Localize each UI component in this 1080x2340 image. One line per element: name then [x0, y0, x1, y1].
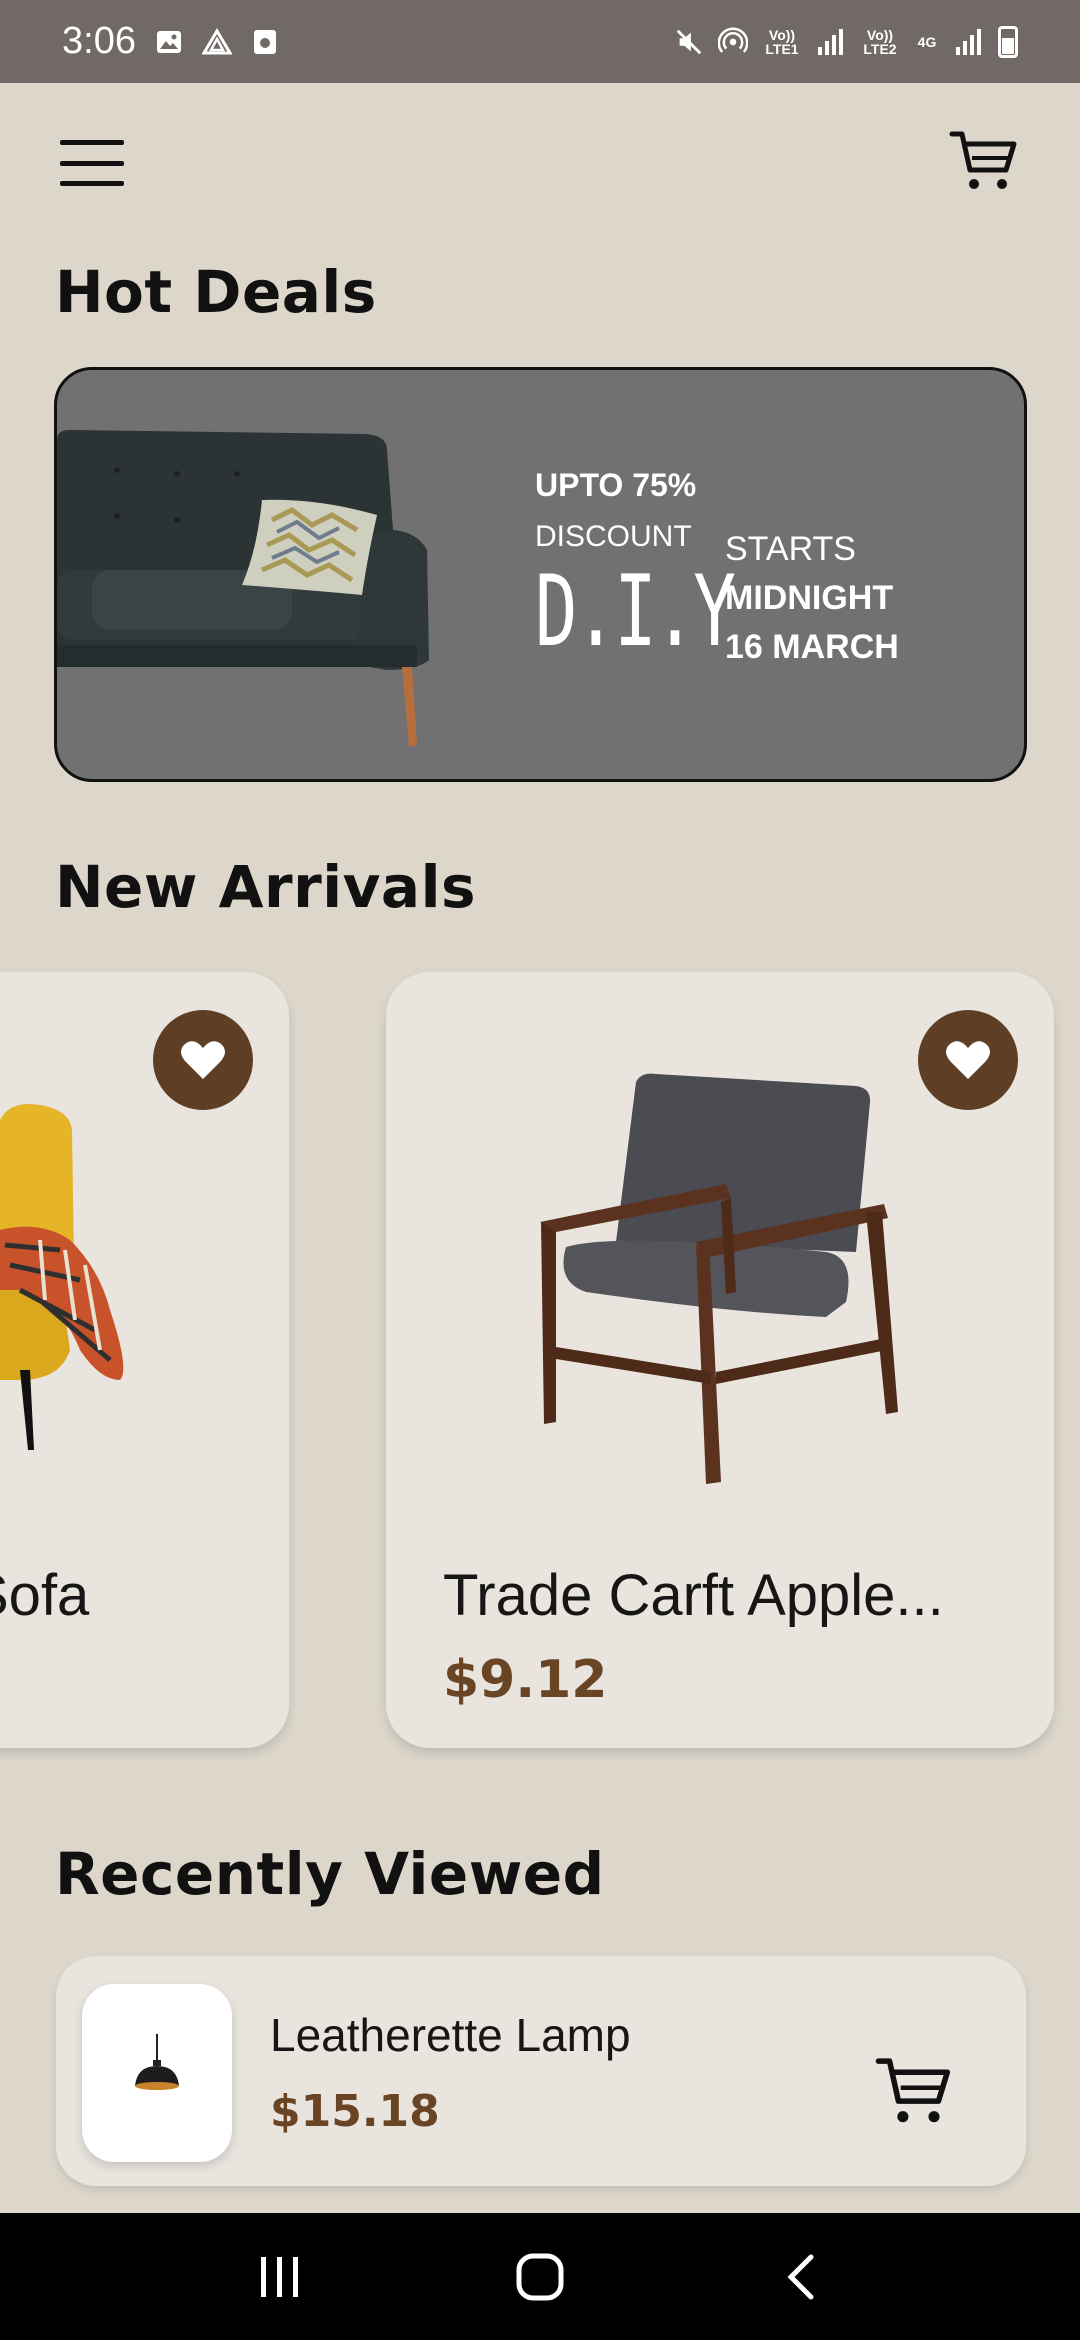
menu-line	[60, 160, 124, 166]
lamp-image	[135, 2034, 179, 2090]
menu-line	[60, 181, 124, 186]
sofa-image	[57, 430, 429, 747]
product-image	[0, 1104, 124, 1450]
favorite-button[interactable]	[153, 1010, 253, 1110]
product-price: $9.12	[443, 1650, 608, 1710]
signal-icon	[954, 27, 984, 57]
battery-icon	[998, 25, 1018, 58]
back-icon[interactable]	[770, 2247, 830, 2307]
hotspot-icon	[718, 27, 748, 57]
favorite-button[interactable]	[918, 1010, 1018, 1110]
recent-item[interactable]: Leatherette Lamp $15.18	[56, 1956, 1026, 2186]
hot-deals-title: Hot Deals	[55, 258, 377, 326]
product-card[interactable]: Trade Carft Apple... $9.12	[386, 972, 1054, 1748]
banner-date: 16 MARCH	[725, 628, 899, 666]
drive-icon	[201, 27, 232, 57]
product-name: Trade Carft Apple...	[443, 1563, 944, 1628]
heart-icon	[946, 1041, 990, 1079]
product-image	[540, 1073, 898, 1484]
cart-icon[interactable]	[948, 124, 1020, 196]
banner-starts: STARTS	[725, 530, 856, 568]
add-to-cart-icon[interactable]	[874, 2050, 954, 2130]
product-thumbnail	[82, 1984, 232, 2162]
signal-icon	[816, 27, 846, 57]
lte1-label: Vo)) LTE1	[765, 26, 799, 57]
product-card[interactable]: Sofa	[0, 972, 289, 1748]
hamburger-menu-icon[interactable]	[60, 140, 124, 186]
recently-viewed-title: Recently Viewed	[55, 1840, 605, 1908]
product-name: Leatherette Lamp	[270, 2009, 631, 2061]
status-bar: 3:06 Vo)) LTE1 Vo)) LTE2 4G	[0, 0, 1080, 83]
banner-when: MIDNIGHT	[725, 579, 894, 617]
app-icon	[250, 27, 280, 57]
product-name: Sofa	[0, 1563, 90, 1628]
mute-icon	[674, 27, 704, 57]
image-icon	[154, 27, 184, 57]
recent-apps-icon[interactable]	[250, 2247, 310, 2307]
network-type-label: 4G	[917, 33, 937, 50]
status-time: 3:06	[62, 20, 136, 62]
banner-discount-label: DISCOUNT	[535, 520, 692, 553]
banner-discount-amount: UPTO 75%	[535, 467, 697, 503]
menu-line	[60, 140, 124, 145]
banner-brand: D.I.Y	[535, 555, 736, 669]
home-icon[interactable]	[510, 2247, 570, 2307]
hot-deals-banner[interactable]: UPTO 75% DISCOUNT D.I.Y STARTS MIDNIGHT …	[54, 367, 1027, 782]
lte2-label: Vo)) LTE2	[863, 26, 897, 57]
heart-icon	[181, 1041, 225, 1079]
product-price: $15.18	[270, 2086, 440, 2137]
system-nav-bar	[0, 2213, 1080, 2340]
new-arrivals-title: New Arrivals	[55, 853, 476, 921]
